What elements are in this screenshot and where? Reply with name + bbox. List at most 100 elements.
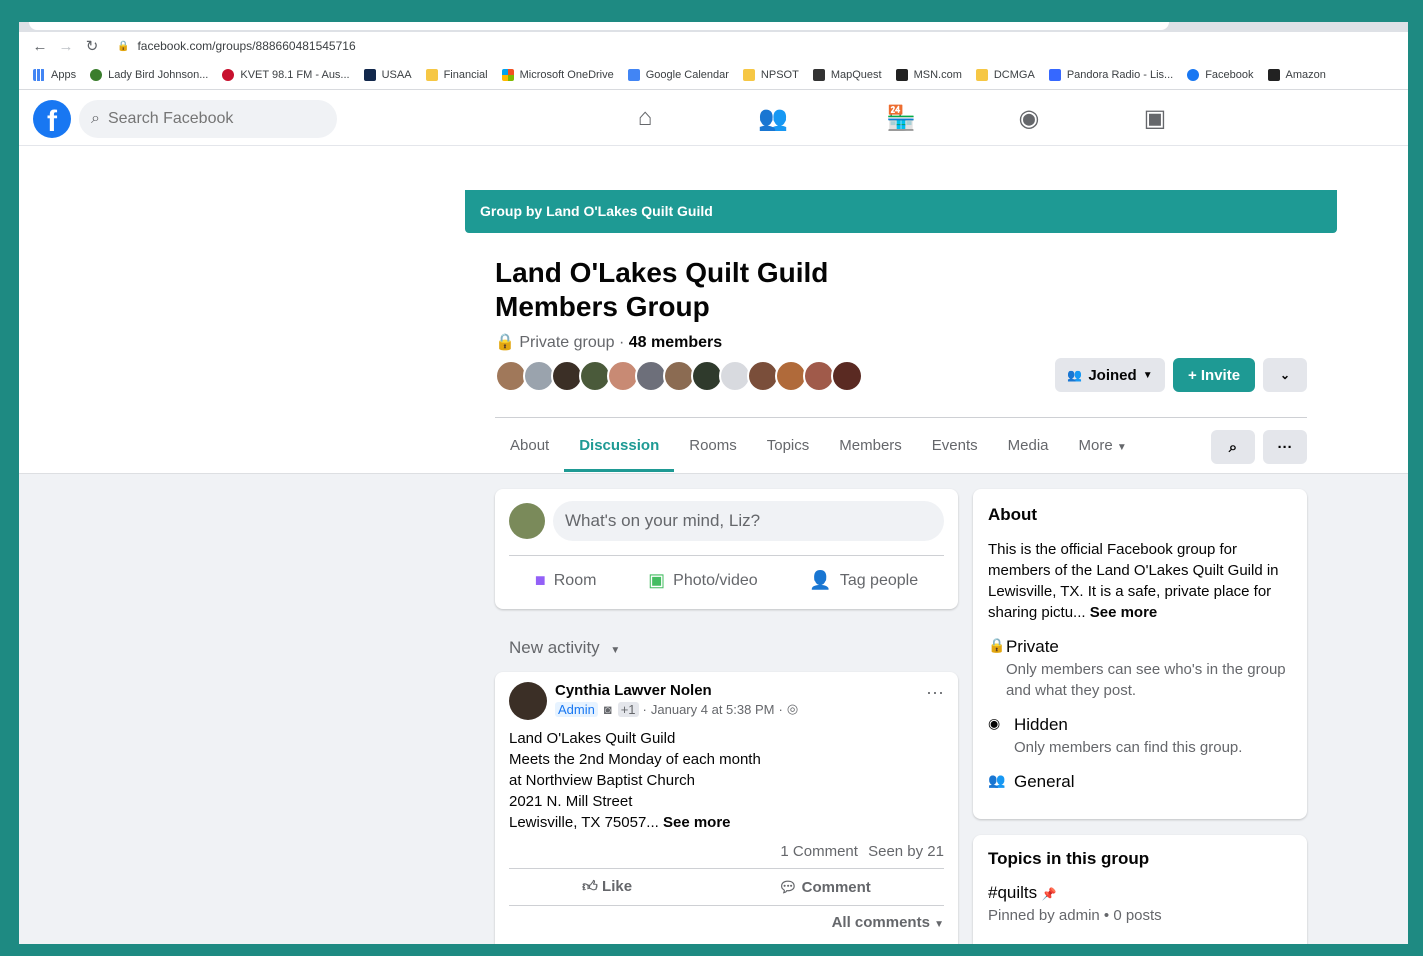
group-more-button[interactable]: ···: [1263, 430, 1307, 464]
hidden-desc: Only members can find this group.: [1014, 739, 1243, 756]
bookmark-msn[interactable]: MSN.com: [895, 68, 962, 81]
post-stats: 1 Comment Seen by 21: [509, 843, 944, 860]
comment-count[interactable]: 1 Comment: [780, 843, 858, 860]
pin-icon: 📌: [1041, 887, 1057, 901]
marketplace-icon[interactable]: 🏪: [881, 104, 921, 133]
post-date[interactable]: January 4 at 5:38 PM: [651, 702, 775, 717]
room-button[interactable]: ■ Room: [535, 570, 597, 591]
more-options-button[interactable]: ⌄: [1263, 358, 1307, 392]
bookmark-mapquest[interactable]: MapQuest: [812, 68, 882, 81]
tab-discussion[interactable]: Discussion: [564, 420, 675, 472]
comment-label: Comment: [801, 879, 871, 896]
composer-input[interactable]: What's on your mind, Liz?: [553, 501, 944, 541]
all-comments-dropdown[interactable]: All comments ▼: [509, 914, 944, 931]
group-header: Group by Land O'Lakes Quilt Guild Land O…: [19, 146, 1408, 474]
joined-button[interactable]: 👥 Joined ▼: [1055, 358, 1165, 392]
topic-tag[interactable]: #quilts 📌: [988, 883, 1292, 903]
usaa-icon: [363, 68, 376, 81]
bookmark-lady-bird[interactable]: Lady Bird Johnson...: [90, 68, 208, 81]
bookmark-financial[interactable]: Financial: [425, 68, 488, 81]
reload-icon[interactable]: ↻: [79, 37, 105, 55]
tag-people-button[interactable]: 👤 Tag people: [809, 570, 918, 591]
apps-grid-icon: [33, 68, 45, 81]
bookmark-label: Amazon: [1285, 68, 1326, 81]
tab-rooms[interactable]: Rooms: [674, 420, 752, 472]
tab-more[interactable]: More ▼: [1064, 420, 1142, 472]
search-box[interactable]: ⌕: [79, 100, 337, 138]
bookmark-apps[interactable]: Apps: [33, 68, 76, 81]
post-line: 2021 N. Mill Street: [509, 793, 633, 810]
bookmark-onedrive[interactable]: Microsoft OneDrive: [501, 68, 614, 81]
friends-icon[interactable]: 👥: [753, 104, 793, 133]
pandora-icon: [1048, 68, 1061, 81]
like-label: Like: [602, 878, 633, 895]
bookmark-facebook[interactable]: Facebook: [1187, 68, 1254, 81]
tab-strip: [19, 22, 1408, 32]
like-button[interactable]: 👍︎ Like: [582, 878, 632, 896]
bookmark-amazon[interactable]: Amazon: [1267, 68, 1326, 81]
lock-icon: 🔒: [988, 637, 1006, 653]
thumbs-up-icon: 👍︎: [582, 878, 598, 895]
map-icon: [812, 68, 825, 81]
home-icon[interactable]: ⌂: [625, 104, 665, 132]
bookmark-pandora[interactable]: Pandora Radio - Lis...: [1048, 68, 1173, 81]
browser-tab[interactable]: [29, 22, 1169, 30]
member-avatar[interactable]: [831, 360, 863, 392]
facebook-logo[interactable]: f: [33, 100, 71, 138]
tab-members[interactable]: Members: [824, 420, 917, 472]
url-text[interactable]: facebook.com/groups/888660481545716: [137, 39, 355, 53]
search-icon: ⌕: [91, 110, 100, 127]
sort-dropdown[interactable]: New activity ▼: [509, 638, 620, 658]
bookmark-label: Facebook: [1205, 68, 1254, 81]
user-avatar[interactable]: [509, 503, 545, 539]
video-room-icon: ■: [534, 570, 546, 590]
heart-radio-icon: [222, 68, 235, 81]
plus-badge[interactable]: +1: [617, 701, 639, 717]
post-menu-icon[interactable]: ···: [926, 682, 944, 720]
group-tabs: About Discussion Rooms Topics Members Ev…: [495, 420, 1142, 472]
gaming-icon[interactable]: ▣: [1135, 104, 1175, 133]
group-banner[interactable]: Group by Land O'Lakes Quilt Guild: [465, 190, 1337, 233]
groups-icon[interactable]: ◉: [1009, 104, 1049, 133]
bookmark-google-calendar[interactable]: Google Calendar: [627, 68, 729, 81]
member-count[interactable]: 48 members: [629, 334, 722, 351]
group-search-button[interactable]: ⌕: [1211, 430, 1255, 464]
search-input[interactable]: [107, 110, 308, 128]
comment-button[interactable]: 💬︎ Comment: [778, 878, 870, 896]
bookmark-usaa[interactable]: USAA: [363, 68, 412, 81]
admin-badge[interactable]: Admin: [555, 701, 598, 717]
back-icon[interactable]: ←: [27, 38, 53, 55]
invite-button[interactable]: + Invite: [1173, 358, 1255, 392]
see-more-link[interactable]: See more: [663, 814, 731, 831]
folder-icon: [975, 68, 988, 81]
bookmark-kvet[interactable]: KVET 98.1 FM - Aus...: [222, 68, 350, 81]
bookmark-label: Google Calendar: [645, 68, 729, 81]
bookmark-label: KVET 98.1 FM - Aus...: [240, 68, 350, 81]
tab-media[interactable]: Media: [993, 420, 1064, 472]
members-icon: 👥: [1067, 368, 1083, 382]
bookmark-label: MapQuest: [830, 68, 882, 81]
forward-icon[interactable]: →: [53, 38, 79, 55]
seen-by[interactable]: Seen by 21: [868, 843, 944, 860]
bookmark-label: Financial: [443, 68, 488, 81]
facebook-icon: [1187, 68, 1200, 81]
photo-icon: ▣: [648, 570, 666, 590]
post-card: Cynthia Lawver Nolen Admin ◙ +1 · January…: [495, 672, 958, 944]
bookmark-npsot[interactable]: NPSOT: [742, 68, 799, 81]
bookmarks-bar: Apps Lady Bird Johnson... KVET 98.1 FM -…: [19, 60, 1408, 90]
post-subline: Admin ◙ +1 · January 4 at 5:38 PM · ◎: [555, 701, 926, 717]
group-privacy: Private group: [519, 334, 615, 351]
post-author[interactable]: Cynthia Lawver Nolen: [555, 682, 926, 699]
post-line-last: Lewisville, TX 75057... See more: [509, 812, 944, 833]
folder-icon: [742, 68, 755, 81]
tab-about[interactable]: About: [495, 420, 564, 472]
photo-label: Photo/video: [673, 571, 758, 589]
photo-video-button[interactable]: ▣ Photo/video: [648, 570, 758, 591]
bookmark-dcmga[interactable]: DCMGA: [975, 68, 1035, 81]
about-see-more[interactable]: See more: [1090, 604, 1158, 621]
tab-events[interactable]: Events: [917, 420, 993, 472]
tab-topics[interactable]: Topics: [752, 420, 825, 472]
member-avatars[interactable]: [495, 360, 863, 392]
author-avatar[interactable]: [509, 682, 547, 720]
bookmark-label: MSN.com: [913, 68, 962, 81]
